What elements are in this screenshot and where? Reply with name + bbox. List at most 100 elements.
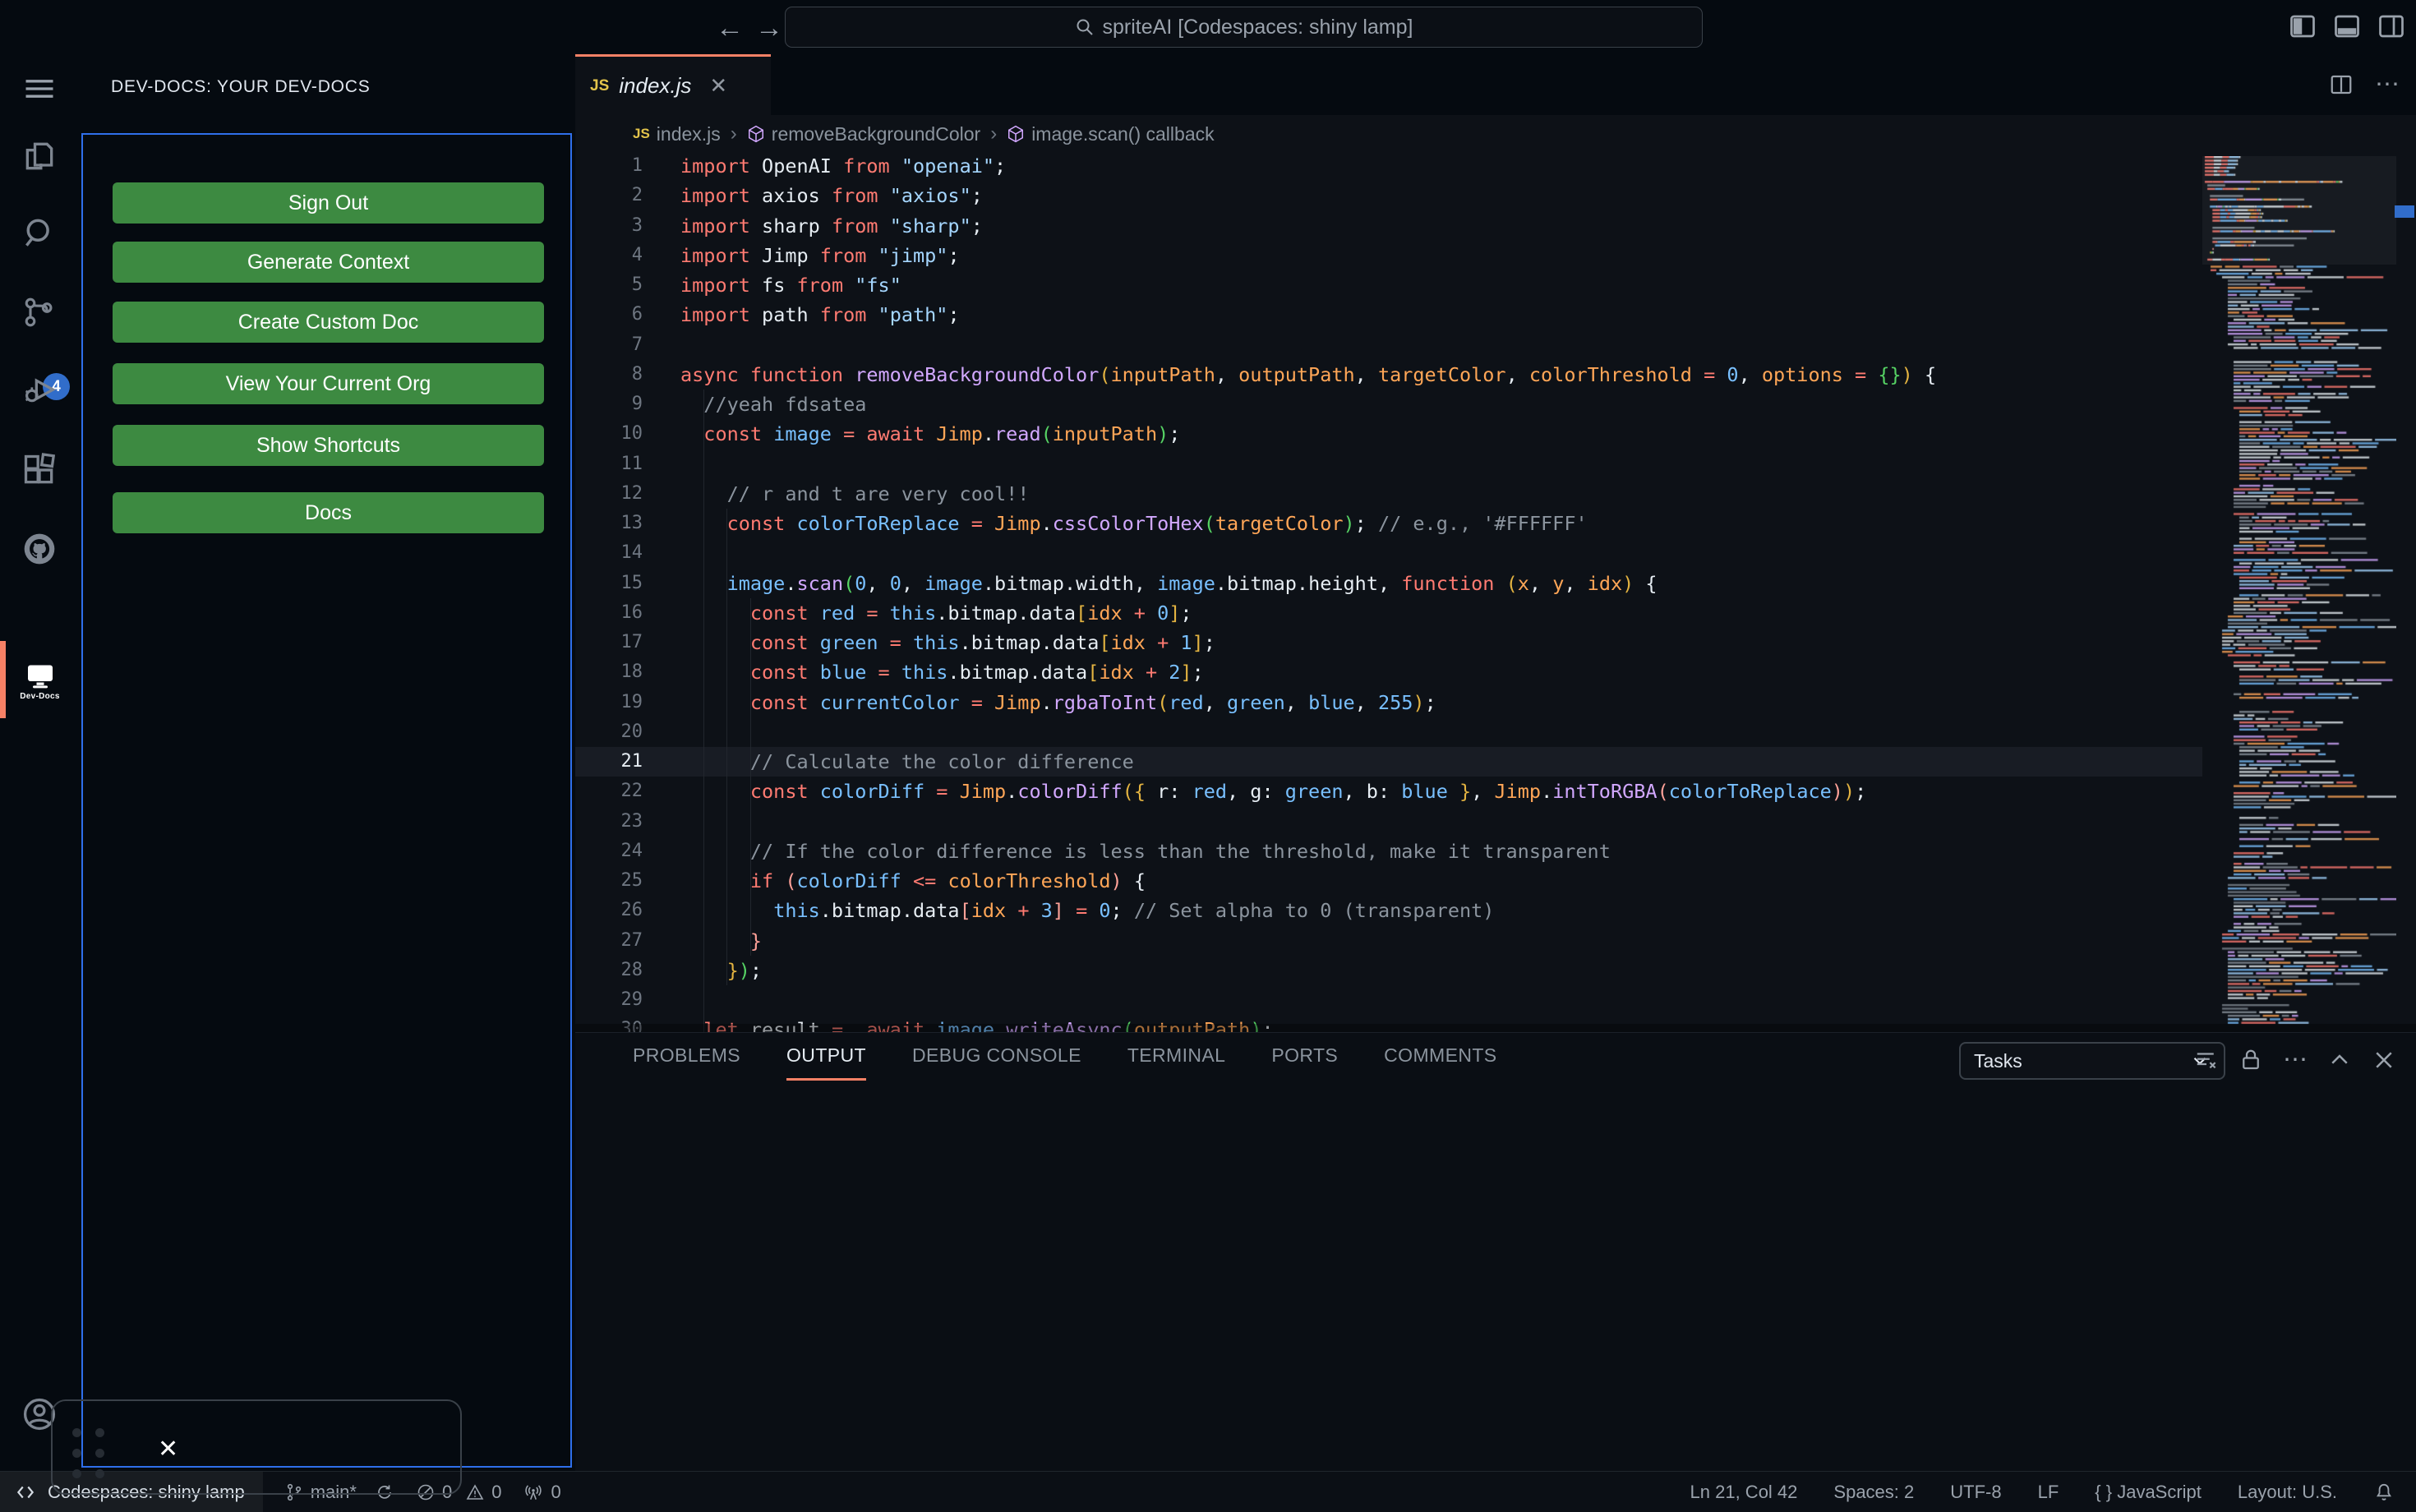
sidebar-button-show-shortcuts[interactable]: Show Shortcuts xyxy=(113,425,544,466)
line-number: 16 xyxy=(620,602,643,623)
ports-item[interactable]: 0 xyxy=(523,1482,561,1503)
title-bar: ← → spriteAI [Codespaces: shiny lamp] xyxy=(0,0,2416,54)
breadcrumb-item[interactable]: removeBackgroundColor xyxy=(747,123,980,145)
more-actions-icon[interactable]: ⋯ xyxy=(2375,72,2400,97)
maximize-panel-icon[interactable] xyxy=(2327,1048,2352,1072)
code-line: 22 const colorDiff = Jimp.colorDiff({ r:… xyxy=(575,777,2202,806)
drag-grip-dot xyxy=(95,1469,104,1478)
dev-docs-icon[interactable] xyxy=(25,664,55,689)
split-editor-icon[interactable] xyxy=(2329,72,2354,97)
breadcrumb-separator: › xyxy=(730,122,737,145)
language-mode[interactable]: { } JavaScript xyxy=(2095,1482,2202,1503)
line-number: 14 xyxy=(620,542,643,564)
run-debug-icon[interactable] xyxy=(21,373,58,409)
sidebar-button-create-custom-doc[interactable]: Create Custom Doc xyxy=(113,302,544,343)
panel-tab-problems[interactable]: PROBLEMS xyxy=(633,1044,740,1081)
line-number: 7 xyxy=(631,334,643,355)
panel-tab-comments[interactable]: COMMENTS xyxy=(1384,1044,1496,1081)
code-line: 12 // r and t are very cool!! xyxy=(575,479,2202,509)
drag-grip-dot xyxy=(72,1469,81,1478)
line-number: 29 xyxy=(620,989,643,1010)
ports-count: 0 xyxy=(551,1482,561,1502)
code-line: 28 }); xyxy=(575,956,2202,985)
search-icon xyxy=(1077,19,1093,35)
breadcrumb-label: removeBackgroundColor xyxy=(771,122,981,145)
eol-sequence[interactable]: LF xyxy=(2038,1482,2059,1503)
tab-close-icon[interactable]: ✕ xyxy=(709,73,727,99)
minimap[interactable] xyxy=(2202,156,2396,1032)
output-channel-value: Tasks xyxy=(1974,1049,2022,1072)
cursor-position[interactable]: Ln 21, Col 42 xyxy=(1690,1482,1798,1503)
code-line: 25 if (colorDiff <= colorThreshold) { xyxy=(575,866,2202,896)
indentation[interactable]: Spaces: 2 xyxy=(1833,1482,1914,1503)
warnings-icon xyxy=(466,1484,484,1500)
code-line: 20 xyxy=(575,717,2202,747)
line-number: 12 xyxy=(620,482,643,504)
toggle-sidebar-icon[interactable] xyxy=(2288,12,2317,41)
toggle-panel-icon[interactable] xyxy=(2332,12,2362,41)
lock-icon[interactable] xyxy=(2238,1048,2263,1072)
code-line: 13 const colorToReplace = Jimp.cssColorT… xyxy=(575,509,2202,538)
toggle-secondary-sidebar-icon[interactable] xyxy=(2377,12,2406,41)
code-line: 29 xyxy=(575,985,2202,1015)
keyboard-layout[interactable]: Layout: U.S. xyxy=(2238,1482,2337,1503)
panel-tab-terminal[interactable]: TERMINAL xyxy=(1127,1044,1226,1081)
editor-tab-bar: JS index.js ✕ ⋯ xyxy=(575,54,2416,115)
line-number: 1 xyxy=(631,155,643,176)
breadcrumbs: JS index.js › removeBackgroundColor › image.s… xyxy=(633,115,1215,153)
panel-tab-debug-console[interactable]: DEBUG CONSOLE xyxy=(912,1044,1081,1081)
code-line: 26 this.bitmap.data[idx + 3] = 0; // Set… xyxy=(575,896,2202,925)
widget-close-icon[interactable]: ✕ xyxy=(158,1435,178,1464)
javascript-file-icon: JS xyxy=(590,76,610,94)
panel-actions: ⋯ xyxy=(2194,1048,2396,1072)
line-number: 28 xyxy=(620,959,643,980)
radio-tower-icon xyxy=(525,1485,542,1500)
tab-index-js[interactable]: JS index.js ✕ xyxy=(575,54,771,115)
code-line: 16 const red = this.bitmap.data[idx + 0]… xyxy=(575,598,2202,628)
remote-icon xyxy=(16,1486,35,1499)
source-control-icon[interactable] xyxy=(21,294,58,330)
panel-tab-ports[interactable]: PORTS xyxy=(1271,1044,1338,1081)
code-line: 3 import sharp from "sharp"; xyxy=(575,211,2202,241)
vscode-window: ← → spriteAI [Codespaces: shiny lamp] 4 … xyxy=(0,0,2416,1512)
extensions-icon[interactable] xyxy=(21,452,58,488)
line-number: 24 xyxy=(620,840,643,861)
line-number: 22 xyxy=(620,781,643,802)
line-number: 27 xyxy=(620,929,643,951)
explorer-icon[interactable] xyxy=(21,138,58,174)
code-line: 21 // Calculate the color difference xyxy=(575,747,2202,777)
notifications-bell-icon[interactable] xyxy=(2373,1482,2395,1503)
panel-more-icon[interactable]: ⋯ xyxy=(2283,1048,2308,1072)
forward-arrow-icon[interactable]: → xyxy=(753,12,786,44)
breadcrumb-item[interactable]: image.scan() callback xyxy=(1007,122,1215,145)
line-number: 17 xyxy=(620,632,643,652)
breadcrumb-label: image.scan() callback xyxy=(1031,122,1215,145)
line-number: 20 xyxy=(620,721,643,742)
symbol-namespace-icon xyxy=(747,125,765,143)
code-line: 10 const image = await Jimp.read(inputPa… xyxy=(575,419,2202,449)
clear-output-icon[interactable] xyxy=(2194,1048,2219,1072)
github-icon[interactable] xyxy=(21,531,58,567)
sidebar-button-view-your-current-org[interactable]: View Your Current Org xyxy=(113,363,544,404)
code-line: 15 image.scan(0, 0, image.bitmap.width, … xyxy=(575,569,2202,598)
menu-icon[interactable] xyxy=(21,71,58,107)
drag-grip-dot xyxy=(72,1428,81,1437)
sidebar-button-docs[interactable]: Docs xyxy=(113,492,544,533)
editor-scroll-shadow xyxy=(575,1024,2416,1032)
command-center-search[interactable]: spriteAI [Codespaces: shiny lamp] xyxy=(785,7,1703,48)
search-sidebar-icon[interactable] xyxy=(21,215,58,251)
encoding[interactable]: UTF-8 xyxy=(1950,1482,2001,1503)
sidebar-title: DEV-DOCS: YOUR DEV-DOCS xyxy=(111,77,371,96)
panel-tab-output[interactable]: OUTPUT xyxy=(786,1044,866,1081)
back-arrow-icon[interactable]: ← xyxy=(713,12,746,44)
output-channel-select[interactable]: Tasks xyxy=(1959,1042,2225,1080)
close-panel-icon[interactable] xyxy=(2372,1048,2396,1072)
minimap-slider[interactable] xyxy=(2202,156,2396,265)
code-line: 7 xyxy=(575,330,2202,360)
breadcrumb-item[interactable]: JS index.js xyxy=(633,123,721,145)
sidebar-button-generate-context[interactable]: Generate Context xyxy=(113,242,544,283)
line-number: 25 xyxy=(620,870,643,891)
line-number: 8 xyxy=(631,363,643,385)
sidebar-button-sign-out[interactable]: Sign Out xyxy=(113,182,544,224)
code-line: 18 const blue = this.bitmap.data[idx + 2… xyxy=(575,657,2202,687)
